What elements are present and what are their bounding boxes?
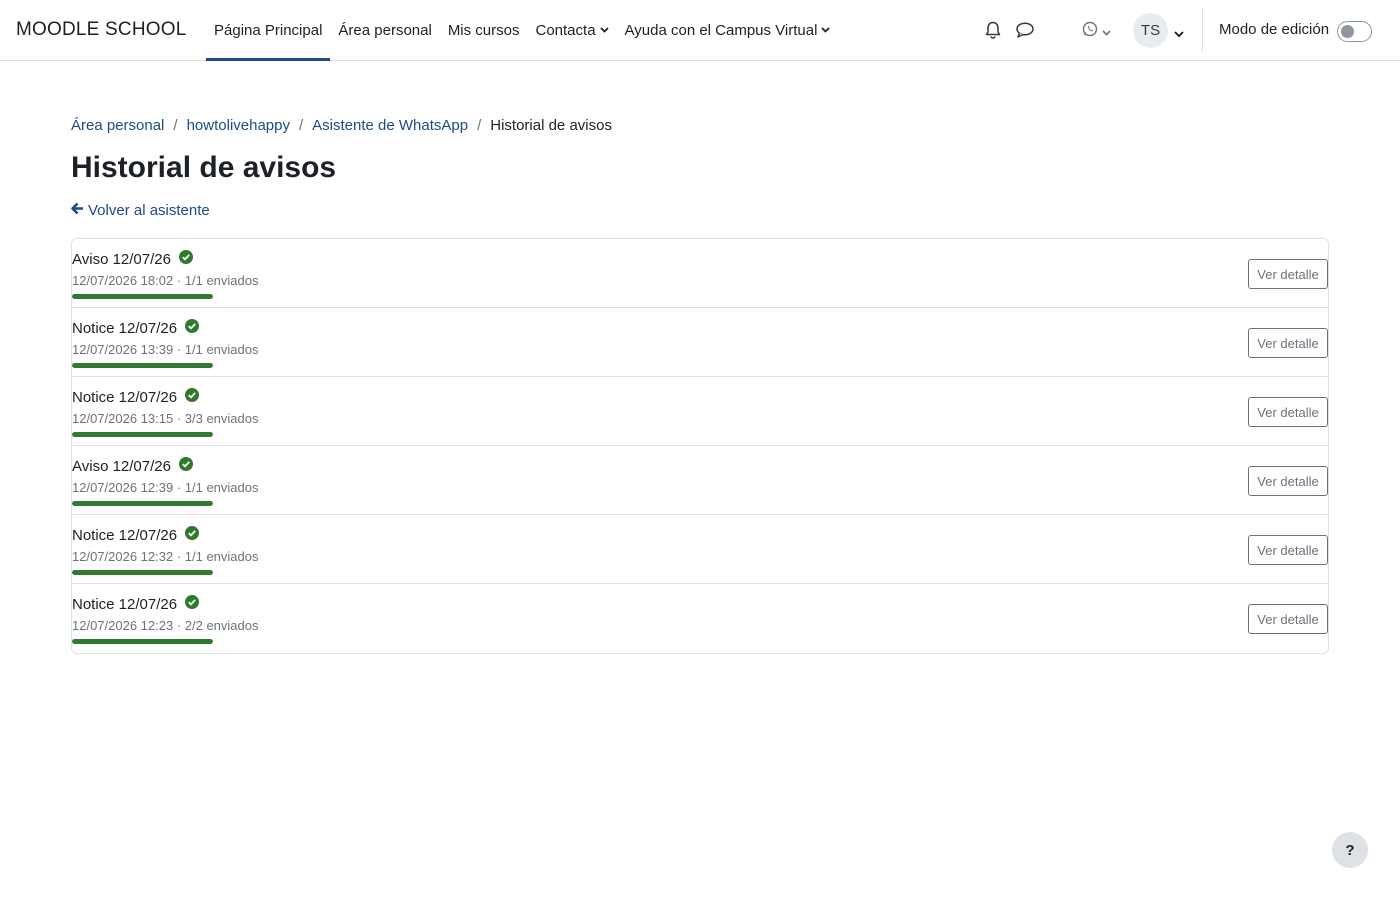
check-circle-icon bbox=[178, 250, 193, 268]
breadcrumb-link-course[interactable]: howtolivehappy bbox=[187, 117, 290, 134]
delivery-progress-bar bbox=[72, 501, 213, 506]
view-detail-button[interactable]: Ver detalle bbox=[1248, 466, 1328, 496]
nav-item-label: Mis cursos bbox=[447, 21, 520, 39]
notice-title: Notice 12/07/26 bbox=[72, 526, 178, 544]
nav-item-dashboard[interactable]: Área personal bbox=[330, 0, 439, 60]
breadcrumb-link-dashboard[interactable]: Área personal bbox=[71, 117, 164, 134]
notice-title: Notice 12/07/26 bbox=[72, 595, 178, 613]
notice-meta: 12/07/2026 18:02 · 1/1 enviados bbox=[72, 273, 259, 288]
notice-title: Notice 12/07/26 bbox=[72, 319, 178, 337]
nav-item-label: Contacta bbox=[535, 21, 596, 39]
list-item: Notice 12/07/26 12/07/2026 12:23 · 2/2 e… bbox=[72, 584, 1328, 653]
chevron-down-icon bbox=[599, 27, 609, 33]
notice-meta: 12/07/2026 12:39 · 1/1 enviados bbox=[72, 480, 259, 495]
delivery-progress-bar bbox=[72, 432, 213, 437]
view-detail-button[interactable]: Ver detalle bbox=[1248, 604, 1328, 634]
view-detail-button[interactable]: Ver detalle bbox=[1248, 328, 1328, 358]
primary-navigation: Página Principal Área personal Mis curso… bbox=[206, 0, 839, 61]
whatsapp-menu[interactable] bbox=[1081, 20, 1111, 43]
bell-icon[interactable] bbox=[983, 20, 1003, 45]
nav-item-label: Página Principal bbox=[214, 21, 323, 39]
view-detail-button[interactable]: Ver detalle bbox=[1248, 259, 1328, 289]
breadcrumb-link-whatsapp-assistant[interactable]: Asistente de WhatsApp bbox=[312, 117, 468, 134]
breadcrumb: Área personal / howtolivehappy / Asisten… bbox=[71, 117, 612, 134]
whatsapp-icon bbox=[1081, 20, 1099, 43]
back-to-assistant-link[interactable]: Volver al asistente bbox=[71, 202, 210, 219]
nav-item-my-courses[interactable]: Mis cursos bbox=[440, 0, 528, 60]
check-circle-icon bbox=[185, 388, 200, 406]
check-circle-icon bbox=[185, 526, 200, 544]
back-link-label: Volver al asistente bbox=[88, 202, 210, 219]
navbar-divider bbox=[1202, 8, 1203, 52]
list-item: Aviso 12/07/26 12/07/2026 18:02 · 1/1 en… bbox=[72, 239, 1328, 308]
delivery-progress-bar bbox=[72, 363, 213, 368]
nav-item-home[interactable]: Página Principal bbox=[206, 0, 331, 61]
user-avatar[interactable]: TS bbox=[1133, 13, 1168, 48]
chevron-down-icon bbox=[1102, 23, 1111, 41]
user-initials: TS bbox=[1140, 22, 1161, 39]
edit-mode-toggle[interactable] bbox=[1337, 21, 1372, 42]
breadcrumb-separator: / bbox=[298, 117, 304, 134]
notice-title-row: Notice 12/07/26 bbox=[72, 388, 200, 406]
breadcrumb-separator: / bbox=[173, 117, 178, 134]
notice-meta: 12/07/2026 12:23 · 2/2 enviados bbox=[72, 618, 259, 633]
list-item: Notice 12/07/26 12/07/2026 13:15 · 3/3 e… bbox=[72, 377, 1328, 446]
notice-title-row: Aviso 12/07/26 bbox=[72, 457, 193, 475]
nav-item-label: Ayuda con el Campus Virtual bbox=[624, 21, 818, 39]
delivery-progress-bar bbox=[72, 639, 213, 644]
check-circle-icon bbox=[178, 457, 193, 475]
list-item: Notice 12/07/26 12/07/2026 13:39 · 1/1 e… bbox=[72, 308, 1328, 377]
top-navbar: MOODLE SCHOOL Página Principal Área pers… bbox=[0, 0, 1400, 61]
notice-meta: 12/07/2026 12:32 · 1/1 enviados bbox=[72, 549, 259, 564]
notice-title-row: Aviso 12/07/26 bbox=[72, 250, 193, 268]
notice-title-row: Notice 12/07/26 bbox=[72, 595, 200, 613]
view-detail-button[interactable]: Ver detalle bbox=[1248, 397, 1328, 427]
chevron-down-icon bbox=[821, 27, 831, 33]
edit-mode-label: Modo de edición bbox=[1219, 21, 1330, 38]
progress-fill bbox=[72, 501, 213, 506]
notice-meta: 12/07/2026 13:15 · 3/3 enviados bbox=[72, 411, 259, 426]
progress-fill bbox=[72, 639, 213, 644]
chat-bubble-icon[interactable] bbox=[1015, 21, 1035, 44]
check-circle-icon bbox=[185, 319, 200, 337]
breadcrumb-separator: / bbox=[477, 117, 482, 134]
toggle-knob bbox=[1341, 25, 1354, 38]
help-button[interactable]: ? bbox=[1332, 832, 1368, 868]
progress-fill bbox=[72, 432, 213, 437]
notice-title-row: Notice 12/07/26 bbox=[72, 526, 200, 544]
list-item: Aviso 12/07/26 12/07/2026 12:39 · 1/1 en… bbox=[72, 446, 1328, 515]
nav-item-campus-help[interactable]: Ayuda con el Campus Virtual bbox=[617, 0, 839, 60]
list-item: Notice 12/07/26 12/07/2026 12:32 · 1/1 e… bbox=[72, 515, 1328, 584]
notice-title: Notice 12/07/26 bbox=[72, 388, 178, 406]
user-menu-chevron-down-icon[interactable] bbox=[1174, 25, 1184, 43]
check-circle-icon bbox=[185, 595, 200, 613]
notice-title: Aviso 12/07/26 bbox=[72, 250, 171, 268]
page-title: Historial de avisos bbox=[71, 151, 337, 184]
view-detail-button[interactable]: Ver detalle bbox=[1248, 535, 1328, 565]
progress-fill bbox=[72, 294, 213, 299]
delivery-progress-bar bbox=[72, 294, 213, 299]
nav-item-label: Área personal bbox=[338, 21, 432, 39]
progress-fill bbox=[72, 570, 213, 575]
delivery-progress-bar bbox=[72, 570, 213, 575]
site-brand[interactable]: MOODLE SCHOOL bbox=[16, 19, 186, 41]
notice-history-list: Aviso 12/07/26 12/07/2026 18:02 · 1/1 en… bbox=[71, 238, 1329, 654]
notice-title-row: Notice 12/07/26 bbox=[72, 319, 200, 337]
breadcrumb-current: Historial de avisos bbox=[490, 117, 612, 134]
progress-fill bbox=[72, 363, 213, 368]
notice-title: Aviso 12/07/26 bbox=[72, 457, 171, 475]
arrow-left-icon bbox=[71, 202, 84, 219]
notice-meta: 12/07/2026 13:39 · 1/1 enviados bbox=[72, 342, 259, 357]
nav-item-contact[interactable]: Contacta bbox=[528, 0, 617, 60]
help-label: ? bbox=[1345, 841, 1355, 859]
